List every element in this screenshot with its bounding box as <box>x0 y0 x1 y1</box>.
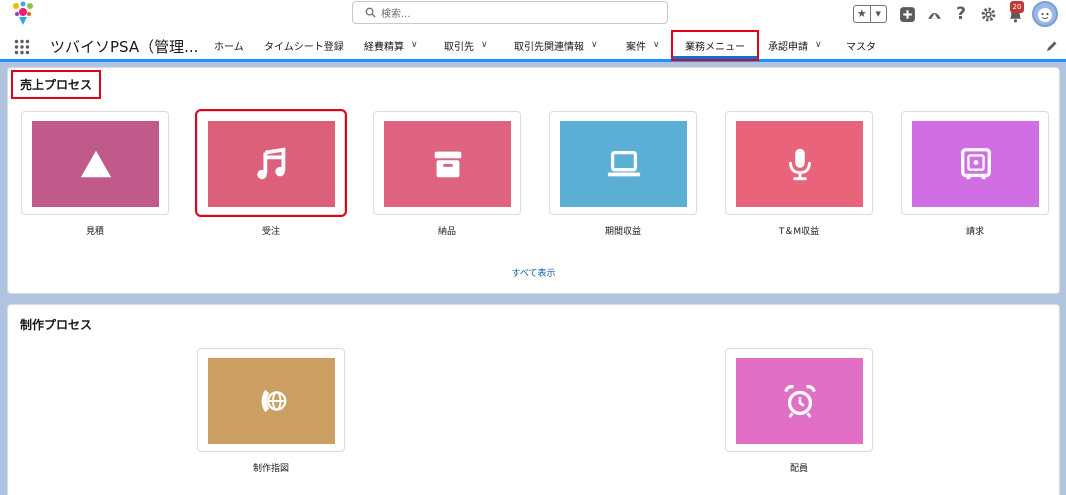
tile-face <box>560 121 687 207</box>
tile-label[interactable]: 受注 <box>197 224 345 237</box>
nav-tab-home[interactable]: ホーム <box>214 30 244 60</box>
show-all-link[interactable]: すべて表示 <box>8 266 1059 279</box>
tile-face <box>736 358 863 444</box>
search-placeholder: 検索... <box>381 9 411 20</box>
microphone-icon <box>788 148 811 181</box>
nav-tab-label: 業務メニュー <box>685 42 745 53</box>
tile-production-order[interactable] <box>197 348 345 452</box>
tile-label[interactable]: 配員 <box>725 461 873 474</box>
tile-face <box>208 121 335 207</box>
production-process-title: 制作プロセス <box>20 318 93 332</box>
tile-face <box>32 121 159 207</box>
chevron-down-icon[interactable]: ∨ <box>653 40 660 50</box>
app-navigation-bar: ツバイソPSA（管理... ホーム タイムシート登録 経費精算 ∨ 取引先 ∨ … <box>0 30 1066 62</box>
nav-tab-label: 案件 <box>626 41 646 53</box>
archive-box-icon <box>434 151 461 178</box>
nav-tab-projects[interactable]: 案件 ∨ <box>626 30 660 60</box>
nav-tab-label: タイムシート登録 <box>264 41 344 53</box>
global-actions-add-icon[interactable] <box>897 4 917 24</box>
tile-face <box>736 121 863 207</box>
sales-process-card: 売上プロセス 見積 受注 納品 期間収益 T＆M収益 請求 すべて表示 <box>7 67 1060 294</box>
chevron-down-icon[interactable]: ∨ <box>815 40 822 50</box>
laptop-icon <box>607 150 640 177</box>
help-icon[interactable]: ? <box>951 4 971 24</box>
tile-face <box>208 358 335 444</box>
app-launcher-icon[interactable] <box>14 39 30 55</box>
tile-label[interactable]: 納品 <box>373 224 521 237</box>
triangle-icon <box>80 150 111 178</box>
sales-process-title: 売上プロセス <box>10 70 102 99</box>
global-header: 検索... ★ ▼ ? 20 <box>0 0 1066 30</box>
tile-staffing[interactable] <box>725 348 873 452</box>
tile-label[interactable]: T＆M収益 <box>725 224 873 237</box>
tile-order-received[interactable] <box>195 109 347 217</box>
production-process-card: 制作プロセス 制作指図 配員 <box>7 304 1060 495</box>
user-avatar[interactable] <box>1032 1 1058 27</box>
notification-count-badge: 20 <box>1010 1 1024 13</box>
tile-period-revenue[interactable] <box>549 111 697 215</box>
tile-label[interactable]: 請求 <box>901 224 1049 237</box>
tile-label[interactable]: 期間収益 <box>549 224 697 237</box>
tile-tm-revenue[interactable] <box>725 111 873 215</box>
nav-tab-accounts[interactable]: 取引先 ∨ <box>444 30 488 60</box>
app-logo-icon[interactable] <box>10 1 36 27</box>
chevron-down-icon[interactable]: ∨ <box>481 40 488 50</box>
call-globe-icon <box>261 389 286 413</box>
tile-label[interactable]: 見積 <box>21 224 169 237</box>
tile-label[interactable]: 制作指図 <box>197 461 345 474</box>
nav-tab-label: ホーム <box>214 41 244 53</box>
chevron-down-icon[interactable]: ∨ <box>591 40 598 50</box>
tile-billing[interactable] <box>901 111 1049 215</box>
tile-face <box>912 121 1039 207</box>
nav-tab-label: 取引先関連情報 <box>514 41 584 53</box>
tile-delivery[interactable] <box>373 111 521 215</box>
alarm-clock-icon <box>783 384 816 419</box>
nav-tab-business-menu[interactable]: 業務メニュー <box>671 30 759 61</box>
trailhead-icon[interactable] <box>924 4 944 24</box>
app-name: ツバイソPSA（管理... <box>50 38 199 56</box>
favorites-button[interactable]: ★ ▼ <box>853 5 887 23</box>
tile-estimate[interactable] <box>21 111 169 215</box>
nav-tab-label: 承認申請 <box>768 41 808 53</box>
chevron-down-icon[interactable]: ∨ <box>411 40 418 50</box>
edit-nav-pencil-icon[interactable] <box>1046 40 1058 52</box>
gear-icon[interactable] <box>978 4 998 24</box>
nav-tab-expenses[interactable]: 経費精算 ∨ <box>364 30 418 60</box>
search-icon <box>365 7 376 18</box>
global-search-input[interactable]: 検索... <box>352 1 668 24</box>
nav-tab-timesheet[interactable]: タイムシート登録 <box>264 30 344 60</box>
star-icon[interactable]: ★ <box>854 6 870 22</box>
nav-tab-account-related-info[interactable]: 取引先関連情報 ∨ <box>514 30 598 60</box>
music-note-icon <box>256 147 285 180</box>
nav-tab-approval-requests[interactable]: 承認申請 ∨ <box>768 30 822 60</box>
nav-tab-label: 取引先 <box>444 41 474 53</box>
chevron-down-icon[interactable]: ▼ <box>869 6 887 22</box>
nav-tab-label: マスタ <box>846 41 876 53</box>
tile-face <box>384 121 511 207</box>
nav-tab-master[interactable]: マスタ <box>846 30 876 60</box>
nav-tab-label: 経費精算 <box>364 41 404 53</box>
safe-icon <box>960 148 991 180</box>
notifications-bell-icon[interactable]: 20 <box>1005 1 1025 24</box>
